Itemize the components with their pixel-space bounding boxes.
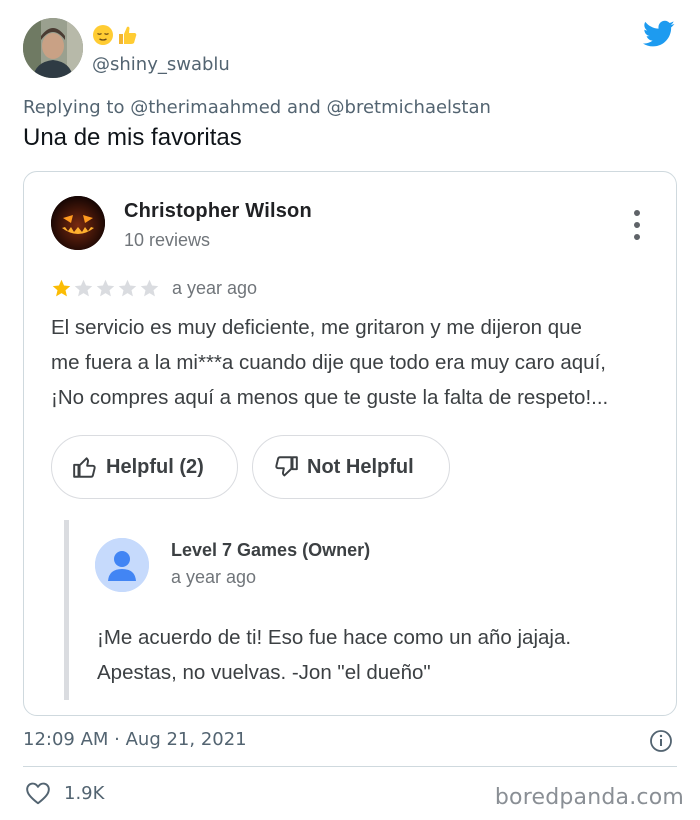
heart-icon[interactable]: [25, 781, 51, 805]
watermark: boredpanda.com: [494, 785, 684, 810]
relieved-face-emoji: [93, 25, 113, 45]
review-screenshot-card[interactable]: Christopher Wilson 10 reviews a year ago…: [23, 171, 677, 716]
owner-reply: Level 7 Games (Owner) a year ago ¡Me acu…: [64, 520, 644, 700]
reviewer-avatar[interactable]: [51, 196, 105, 250]
user-avatar[interactable]: [23, 18, 83, 78]
review-time: a year ago: [172, 277, 258, 298]
owner-reply-line: ¡Me acuerdo de ti! Eso fue hace como un …: [97, 626, 572, 649]
owner-avatar[interactable]: [95, 538, 149, 592]
reply-prefix: Replying to: [23, 97, 125, 118]
owner-reply-time: a year ago: [171, 567, 257, 587]
owner-reply-line: Apestas, no vuelvas. -Jon "el dueño": [97, 661, 431, 684]
more-options-icon[interactable]: [632, 210, 642, 240]
thumbs-up-icon: [73, 457, 96, 478]
star-filled-icon: [52, 279, 71, 296]
star-empty-icon: [74, 279, 93, 296]
review-line: ¡No compres aquí a menos que te guste la…: [51, 386, 609, 409]
reply-mention-therimaahmed[interactable]: @therimaahmed: [130, 97, 281, 118]
thumbs-up-emoji: [119, 26, 137, 44]
divider: [23, 766, 677, 767]
tweet-header: @shiny_swablu: [23, 18, 683, 80]
owner-reply-text: ¡Me acuerdo de ti! Eso fue hace como un …: [97, 620, 571, 690]
rating-row: a year ago: [51, 276, 257, 300]
replying-to: Replying to @therimaahmed and @bretmicha…: [23, 97, 491, 118]
info-icon[interactable]: [649, 729, 673, 753]
user-handle[interactable]: @shiny_swablu: [92, 54, 230, 75]
tweet-text: Una de mis favoritas: [23, 124, 242, 151]
like-count: 1.9K: [64, 782, 105, 804]
like-row: 1.9K: [25, 780, 104, 806]
star-empty-icon: [140, 279, 159, 296]
star-empty-icon: [96, 279, 115, 296]
star-empty-icon: [118, 279, 137, 296]
thumbs-down-icon: [275, 456, 298, 477]
review-line: me fuera a la mi***a cuando dije que tod…: [51, 351, 606, 374]
twitter-logo-icon[interactable]: [643, 20, 675, 48]
helpful-button[interactable]: Helpful (2): [51, 435, 238, 499]
reviewer-name[interactable]: Christopher Wilson: [124, 200, 312, 223]
display-name-emojis: [92, 22, 138, 48]
not-helpful-label: Not Helpful: [307, 455, 414, 478]
reviewer-review-count: 10 reviews: [124, 230, 211, 250]
reply-and: and: [286, 97, 321, 118]
owner-name: Level 7 Games (Owner): [171, 540, 371, 560]
helpful-label: Helpful (2): [106, 455, 204, 478]
review-body: El servicio es muy deficiente, me gritar…: [51, 310, 671, 415]
star-rating: [51, 278, 160, 299]
tweet-timestamp[interactable]: 12:09 AM · Aug 21, 2021: [23, 729, 247, 750]
review-line: El servicio es muy deficiente, me gritar…: [51, 316, 582, 339]
reply-mention-bretmichaelstan[interactable]: @bretmichaelstan: [327, 97, 491, 118]
not-helpful-button[interactable]: Not Helpful: [252, 435, 450, 499]
